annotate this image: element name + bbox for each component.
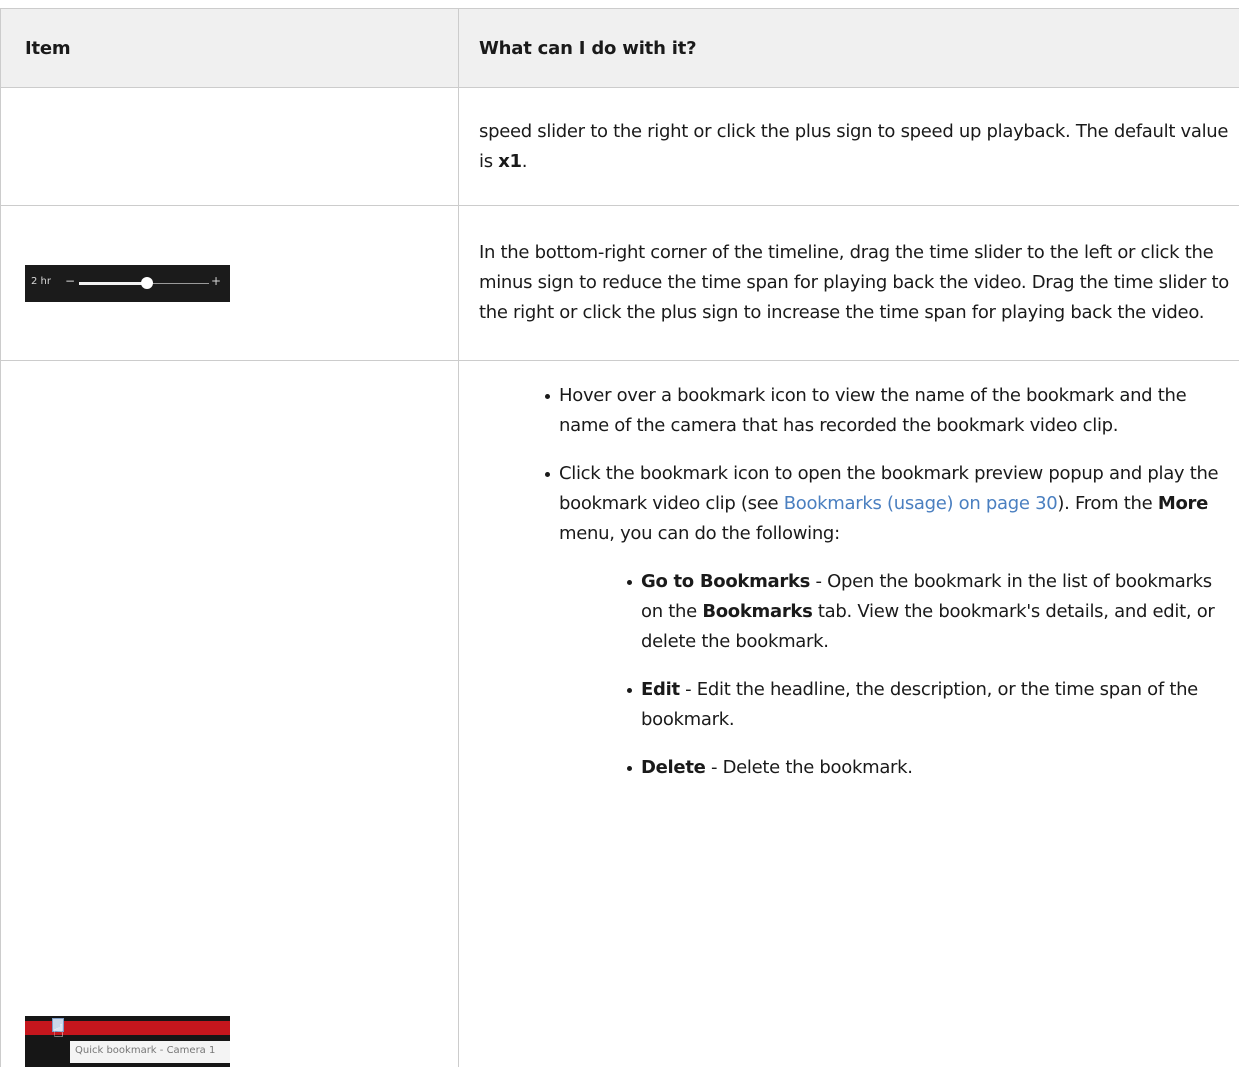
- list-item: Hover over a bookmark icon to view the n…: [559, 381, 1239, 441]
- bookmark-bullet-list: Hover over a bookmark icon to view the n…: [459, 361, 1239, 783]
- slider-fill: [79, 282, 145, 285]
- list-item-edit: Edit - Edit the headline, the descriptio…: [641, 675, 1219, 735]
- bookmarks-usage-link[interactable]: Bookmarks (usage) on page 30: [784, 493, 1058, 514]
- header-what: What can I do with it?: [459, 9, 1239, 88]
- plus-icon: +: [211, 274, 221, 288]
- more-menu-name: More: [1158, 493, 1208, 514]
- text-run: menu, you can do the following:: [559, 523, 840, 544]
- speed-description: speed slider to the right or click the p…: [459, 117, 1239, 177]
- minus-icon: −: [65, 274, 75, 288]
- list-item: Click the bookmark icon to open the book…: [559, 459, 1239, 783]
- item-cell: 2 hr − +: [1, 206, 459, 361]
- tab-name: Bookmarks: [702, 601, 812, 622]
- menu-option-name: Go to Bookmarks: [641, 571, 810, 592]
- text-run: speed slider to the right or click the p…: [479, 121, 1228, 172]
- time-span-slider-image: 2 hr − +: [25, 265, 230, 302]
- menu-option-name: Edit: [641, 679, 680, 700]
- text-run: ). From the: [1057, 493, 1157, 514]
- item-cell: ☝ Quick bookmark - Camera 1: [1, 361, 459, 1067]
- help-table: Item What can I do with it? speed slider…: [0, 8, 1239, 1067]
- list-item-delete: Delete - Delete the bookmark.: [641, 753, 1219, 783]
- hand-cursor-icon: ☝: [53, 1023, 64, 1041]
- list-item-go-to-bookmarks: Go to Bookmarks - Open the bookmark in t…: [641, 567, 1219, 657]
- item-cell-empty: [1, 88, 459, 206]
- default-value: x1: [498, 151, 522, 172]
- slider-knob: [141, 277, 153, 289]
- table-row-speed: speed slider to the right or click the p…: [1, 88, 1239, 206]
- description-cell: In the bottom-right corner of the timeli…: [459, 206, 1239, 361]
- tooltip-text: Quick bookmark - Camera 1: [75, 1045, 215, 1056]
- text-run: - Edit the headline, the description, or…: [641, 679, 1198, 730]
- table-row-bookmark: ☝ Quick bookmark - Camera 1 Hover over a…: [1, 361, 1239, 1067]
- time-span-description: In the bottom-right corner of the timeli…: [459, 238, 1239, 328]
- header-item: Item: [1, 9, 459, 88]
- bookmark-timeline-image: ☝ Quick bookmark - Camera 1: [25, 1016, 230, 1067]
- description-cell: Hover over a bookmark icon to view the n…: [459, 361, 1239, 1067]
- description-cell: speed slider to the right or click the p…: [459, 88, 1239, 206]
- more-menu-sublist: Go to Bookmarks - Open the bookmark in t…: [559, 567, 1219, 783]
- table-header-row: Item What can I do with it?: [1, 9, 1239, 88]
- bookmark-tooltip: Quick bookmark - Camera 1: [70, 1041, 230, 1063]
- time-span-label: 2 hr: [31, 276, 51, 287]
- text-run: - Delete the bookmark.: [706, 757, 913, 778]
- text-run: .: [522, 151, 527, 172]
- menu-option-name: Delete: [641, 757, 706, 778]
- table-row-time-span: 2 hr − + In the bottom-right corner of t…: [1, 206, 1239, 361]
